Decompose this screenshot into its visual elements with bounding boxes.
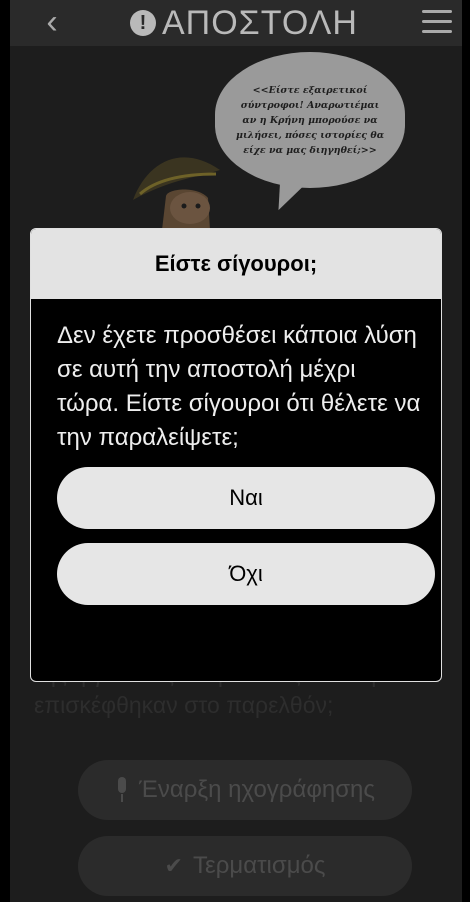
header-title-group: ! ΑΠΟΣΤΟΛΗ bbox=[130, 2, 358, 44]
dialog-message: Δεν έχετε προσθέσει κάποια λύση σε αυτή … bbox=[57, 322, 421, 451]
dialog-title: Είστε σίγουροι; bbox=[31, 229, 441, 299]
page-title: ΑΠΟΣΤΟΛΗ bbox=[162, 3, 358, 42]
finish-button[interactable]: ✔ Τερματισμός bbox=[78, 836, 412, 896]
no-button[interactable]: Όχι bbox=[57, 543, 435, 605]
question-line-2: επισκέφθηκαν στο παρελθόν; bbox=[34, 692, 334, 718]
checkmark-icon: ✔ bbox=[164, 853, 183, 878]
app-header: ‹ ! ΑΠΟΣΤΟΛΗ bbox=[10, 0, 462, 46]
mission-screen: ‹ ! ΑΠΟΣΤΟΛΗ <<Είστε εξαιρετικοί σύντροφ… bbox=[10, 0, 462, 902]
start-recording-button[interactable]: Έναρξη ηχογράφησης bbox=[78, 760, 412, 820]
back-icon[interactable]: ‹ bbox=[32, 2, 72, 42]
microphone-icon bbox=[115, 777, 129, 803]
question-text: της ή για τους ανθρώπους που την επισκέφ… bbox=[34, 676, 444, 721]
pirate-character bbox=[133, 157, 220, 230]
finish-label: Τερματισμός bbox=[192, 852, 326, 879]
yes-button[interactable]: Ναι bbox=[57, 467, 435, 529]
speech-bubble-text: <<Είστε εξαιρετικοί σύντροφοι! Αναρωτιέμ… bbox=[235, 84, 385, 156]
menu-icon[interactable] bbox=[422, 10, 452, 34]
start-recording-label: Έναρξη ηχογράφησης bbox=[139, 776, 375, 803]
speech-bubble: <<Είστε εξαιρετικοί σύντροφοι! Αναρωτιέμ… bbox=[215, 52, 405, 188]
alert-icon: ! bbox=[130, 10, 156, 36]
confirm-dialog: Είστε σίγουροι; Δεν έχετε προσθέσει κάπο… bbox=[30, 228, 442, 682]
